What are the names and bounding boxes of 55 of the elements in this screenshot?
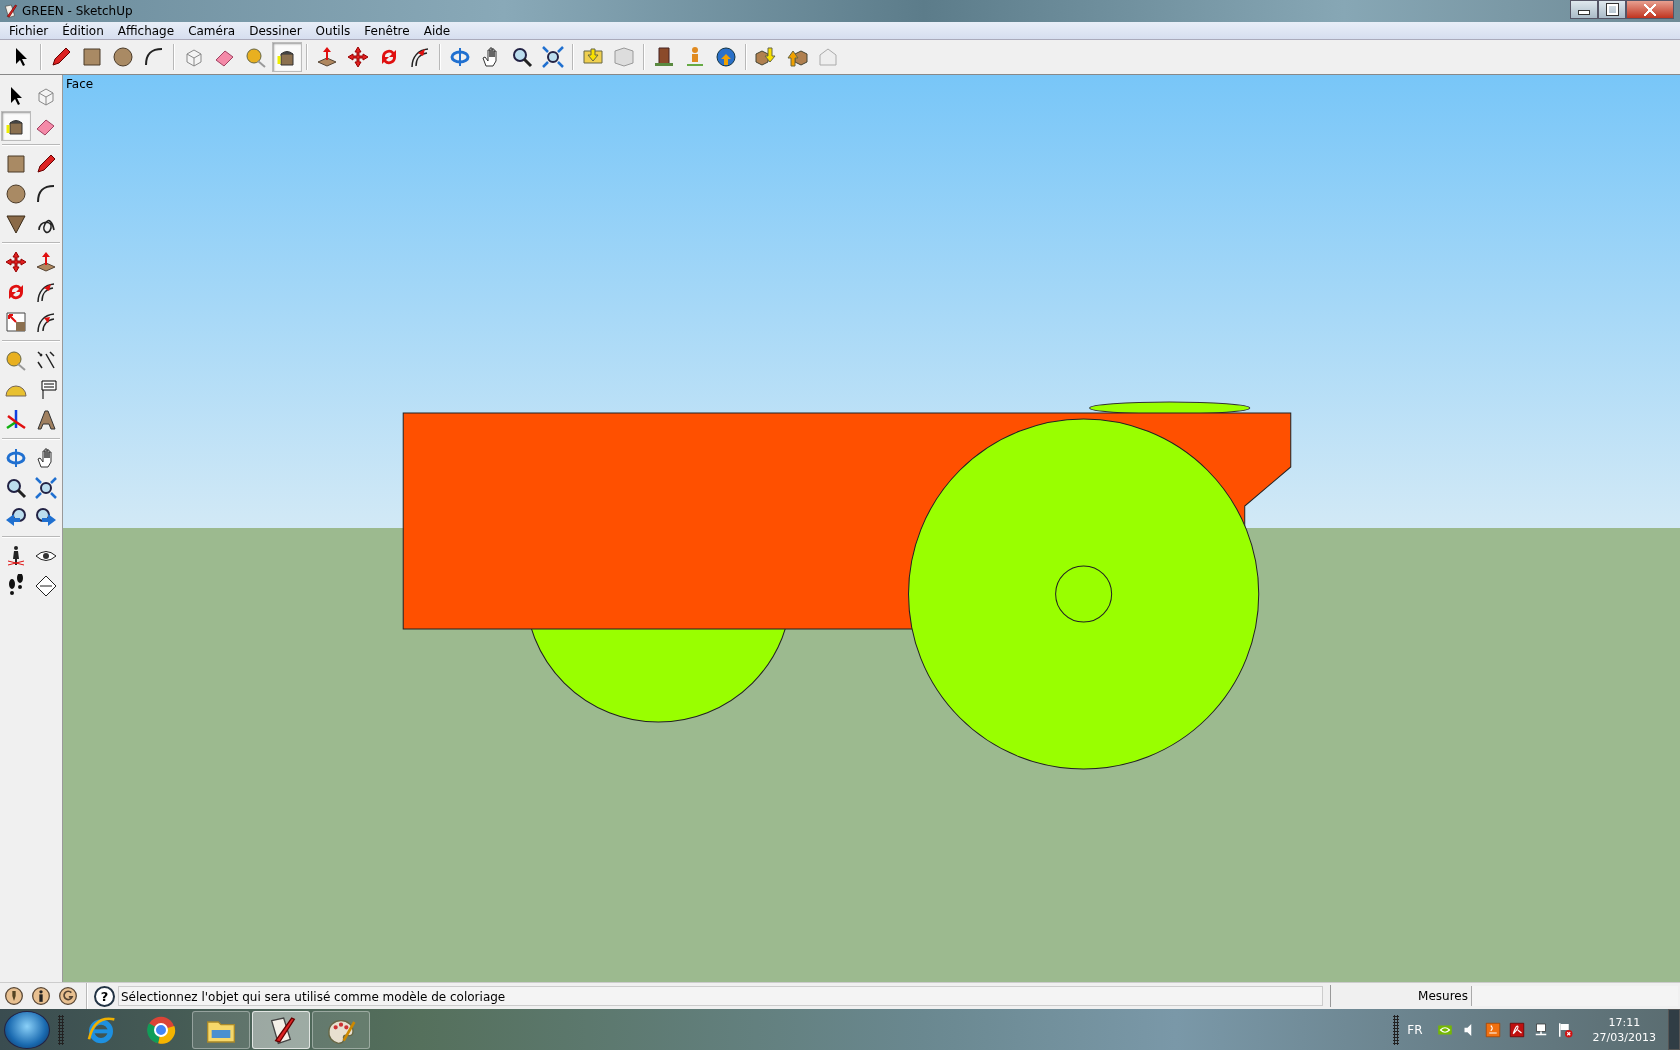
tape-measure-icon	[244, 45, 268, 70]
measurements-label: Mesures	[1417, 989, 1468, 1003]
document-logo-icon	[1507, 1020, 1526, 1039]
axes-icon	[4, 408, 28, 432]
magnifier-icon	[510, 45, 534, 70]
circle-icon	[111, 45, 135, 70]
taskbar-button[interactable]	[192, 1010, 250, 1049]
status-button[interactable]	[29, 984, 53, 1008]
four-arrows-icon	[346, 45, 370, 70]
push-pull-icon	[34, 250, 58, 274]
rectangle-icon	[4, 152, 28, 176]
minimize-button[interactable]	[1570, 0, 1598, 19]
clock-date: 27/03/2013	[1592, 1029, 1656, 1045]
language-indicator[interactable]: FR	[1407, 1022, 1423, 1037]
menu-item[interactable]: Caméra	[181, 23, 243, 38]
menu-item[interactable]: Édition	[55, 23, 111, 38]
orbit-icon	[4, 446, 28, 470]
help-button[interactable]: ?	[94, 985, 115, 1007]
letter-shape-icon	[34, 408, 58, 432]
triangle-icon	[4, 212, 28, 236]
menu-item[interactable]: Fenêtre	[357, 23, 417, 38]
menu-item[interactable]: Dessiner	[242, 23, 309, 38]
status-message: Sélectionnez l'objet qui sera utilisé comme modèle de coloriage	[118, 986, 1323, 1006]
measurements-field[interactable]	[1471, 986, 1678, 1006]
zoom-extents-icon	[34, 476, 58, 500]
taskbar-button[interactable]	[252, 1010, 310, 1049]
ring-circle-icon	[58, 986, 78, 1006]
view-label: Face	[66, 77, 94, 91]
pin-circle-icon	[4, 986, 24, 1006]
cup-logo-icon	[1483, 1020, 1502, 1039]
window-title: GREEN - SketchUp	[22, 3, 133, 18]
sheet-icon	[612, 45, 636, 70]
close-button[interactable]	[1626, 0, 1674, 19]
pencil-icon	[34, 152, 58, 176]
menu-item[interactable]: Affichage	[110, 23, 182, 38]
tool-button[interactable]	[272, 42, 302, 73]
pencil-sheet-icon	[2, 2, 18, 19]
four-arrows-icon	[4, 250, 28, 274]
person-circle-icon	[31, 986, 51, 1006]
scale-icon	[4, 310, 28, 334]
menu-item[interactable]: Fichier	[2, 23, 56, 38]
menu-item[interactable]: Outils	[308, 23, 358, 38]
clock-time: 17:11	[1608, 1014, 1641, 1030]
restore-button[interactable]	[1598, 0, 1626, 19]
status-button[interactable]	[2, 984, 26, 1008]
tool-button[interactable]	[1, 111, 31, 141]
tape-measure-icon	[4, 348, 28, 372]
magnifier-icon	[4, 476, 28, 500]
section-diamond-icon	[34, 574, 58, 598]
circle-icon	[4, 182, 28, 206]
zoom-extents-icon	[541, 45, 565, 70]
taskbar-button[interactable]	[312, 1010, 370, 1049]
status-button[interactable]	[56, 984, 80, 1008]
menu-item[interactable]: Aide	[416, 23, 458, 38]
start-button[interactable]	[4, 1010, 50, 1049]
